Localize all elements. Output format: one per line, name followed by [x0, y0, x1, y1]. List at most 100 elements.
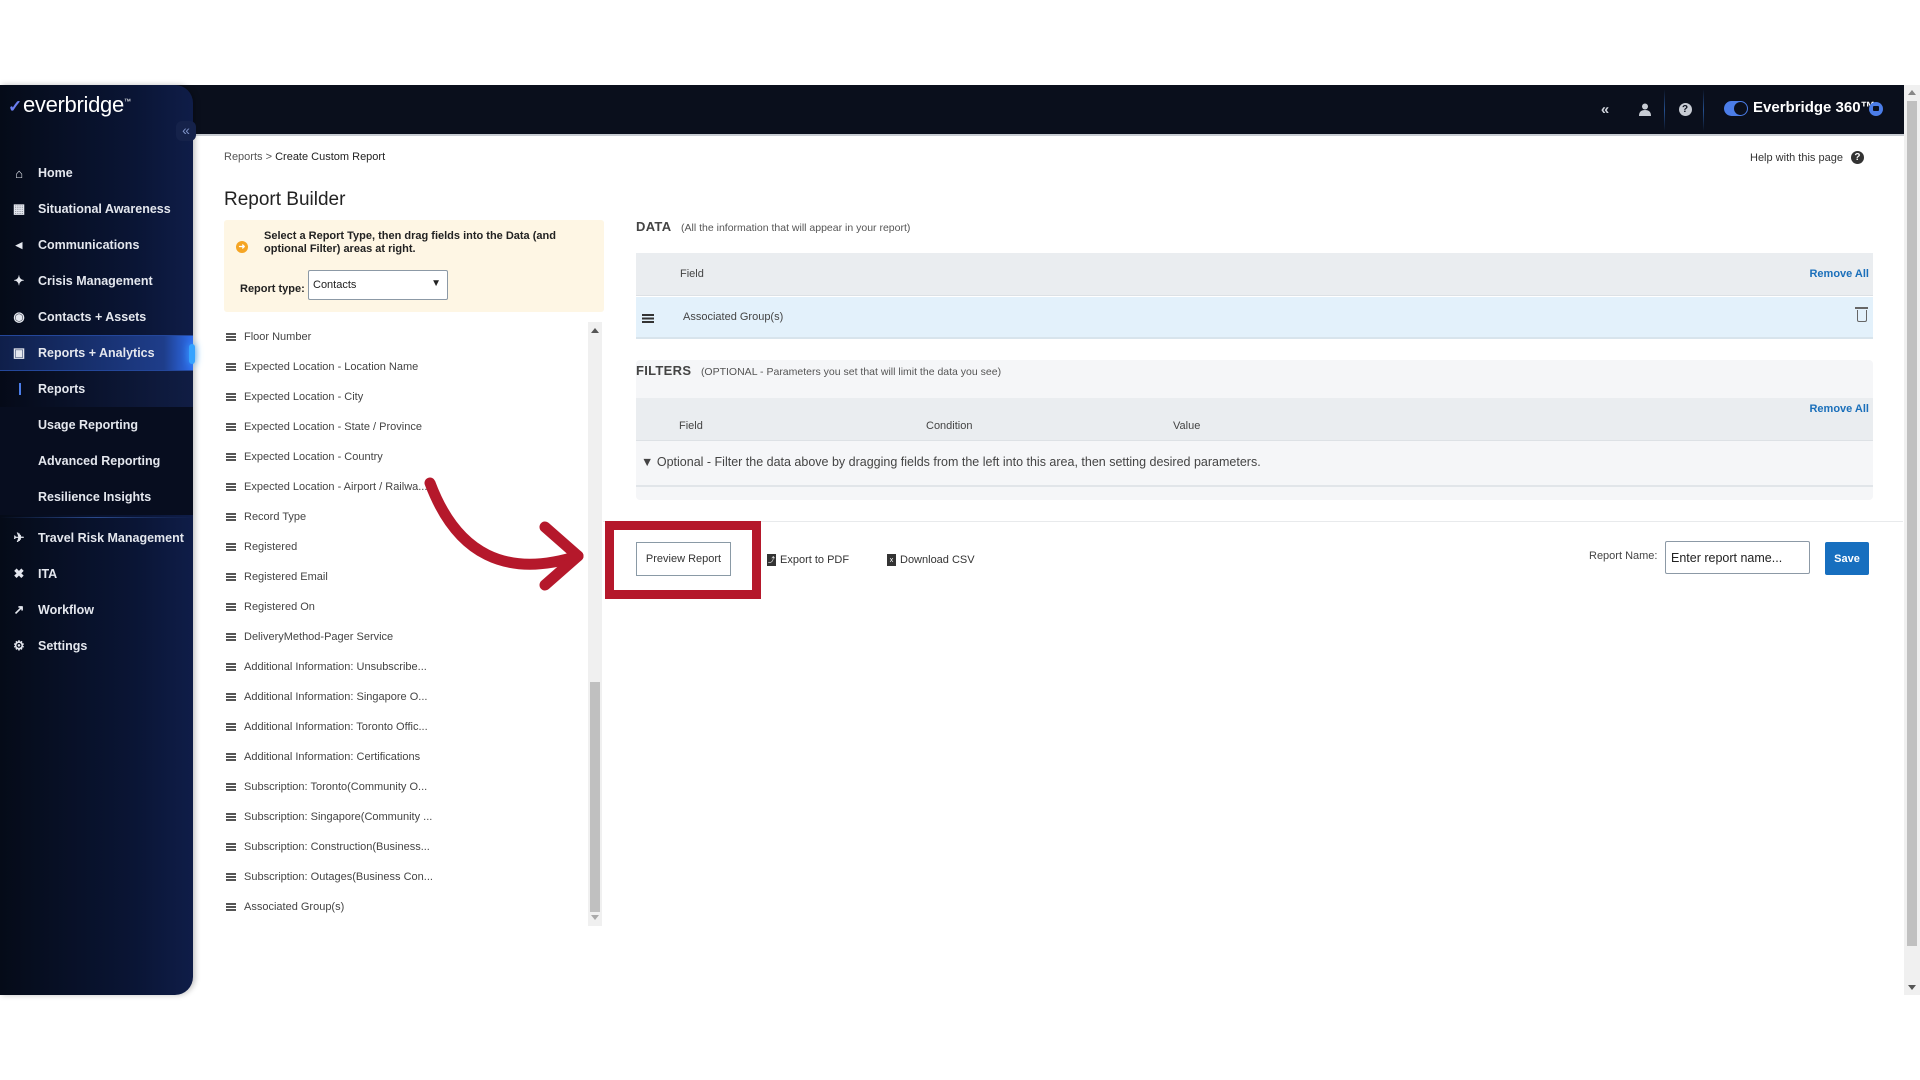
field-list-item[interactable]: Expected Location - State / Province: [224, 412, 584, 442]
field-list-item[interactable]: Expected Location - Airport / Railwa...: [224, 472, 584, 502]
field-list-item[interactable]: DeliveryMethod-Pager Service: [224, 622, 584, 652]
everbridge-logo[interactable]: ✓everbridge™: [8, 92, 131, 118]
fields-scrollbar[interactable]: [588, 322, 602, 926]
drag-handle-icon[interactable]: [226, 393, 236, 401]
breadcrumb-reports-link[interactable]: Reports: [224, 151, 263, 163]
field-list-item[interactable]: Registered Email: [224, 562, 584, 592]
filters-drop-zone[interactable]: ▼ Optional - Filter the data above by dr…: [636, 441, 1873, 487]
field-list-item[interactable]: Expected Location - Location Name: [224, 352, 584, 382]
scroll-up-arrow[interactable]: [591, 328, 599, 333]
drag-handle-icon[interactable]: [226, 333, 236, 341]
filters-column-condition: Condition: [926, 420, 973, 432]
page-scrollbar[interactable]: [1904, 85, 1920, 995]
drag-handle-icon[interactable]: [226, 663, 236, 671]
sidebar-item-travel-risk-management[interactable]: ✈ Travel Risk Management: [0, 520, 193, 556]
chat-icon[interactable]: [1869, 102, 1883, 116]
sidebar-item-crisis-management[interactable]: ✦ Crisis Management: [0, 263, 193, 299]
sidebar-item-workflow[interactable]: ↗ Workflow: [0, 592, 193, 628]
drag-handle-icon[interactable]: [226, 573, 236, 581]
line-chart-icon: ↗: [13, 602, 25, 617]
sidebar-subitem-advanced-reporting[interactable]: Advanced Reporting: [0, 443, 193, 479]
help-link[interactable]: Help with this page ?: [1750, 151, 1864, 164]
field-list-item[interactable]: Additional Information: Unsubscribe...: [224, 652, 584, 682]
field-label: Additional Information: Singapore O...: [244, 691, 428, 703]
sidebar-item-home[interactable]: ⌂ Home: [0, 155, 193, 191]
breadcrumb-separator: >: [265, 151, 273, 163]
field-label: Expected Location - City: [244, 391, 364, 403]
help-icon[interactable]: ?: [1674, 85, 1696, 134]
sidebar-item-communications[interactable]: ◂ Communications: [0, 227, 193, 263]
scroll-up-arrow[interactable]: [1908, 90, 1916, 95]
drag-handle-icon[interactable]: [226, 723, 236, 731]
main-content: Reports > Create Custom Report Help with…: [193, 136, 1904, 995]
field-list-item[interactable]: Subscription: Toronto(Community O...: [224, 772, 584, 802]
drag-handle-icon[interactable]: [226, 363, 236, 371]
arrow-right-circle-icon: ➜: [236, 241, 248, 253]
field-list-item[interactable]: Subscription: Outages(Business Con...: [224, 862, 584, 892]
filters-empty-text: Optional - Filter the data above by drag…: [656, 455, 1261, 469]
trash-icon[interactable]: [1855, 307, 1868, 322]
everbridge-360-toggle[interactable]: [1724, 101, 1748, 116]
field-label: Additional Information: Unsubscribe...: [244, 661, 427, 673]
notice-text: Select a Report Type, then drag fields i…: [264, 230, 556, 255]
field-list-item[interactable]: Additional Information: Toronto Offic...: [224, 712, 584, 742]
drag-handle-icon[interactable]: [226, 423, 236, 431]
sidebar-item-settings[interactable]: ⚙ Settings: [0, 628, 193, 664]
field-list-item[interactable]: Record Type: [224, 502, 584, 532]
sidebar-item-reports-analytics[interactable]: ▣ Reports + Analytics: [0, 335, 195, 371]
sidebar-item-ita[interactable]: ✖ ITA: [0, 556, 193, 592]
drag-handle-icon[interactable]: [226, 633, 236, 641]
scroll-thumb[interactable]: [590, 682, 600, 912]
save-button[interactable]: Save: [1825, 542, 1869, 575]
drag-handle-icon[interactable]: [226, 603, 236, 611]
drag-handle-icon[interactable]: [226, 813, 236, 821]
field-list-item[interactable]: Additional Information: Certifications: [224, 742, 584, 772]
sidebar-item-situational-awareness[interactable]: ▦ Situational Awareness: [0, 191, 193, 227]
field-list-item[interactable]: Subscription: Singapore(Community ...: [224, 802, 584, 832]
sidebar-item-contacts-assets[interactable]: ◉ Contacts + Assets: [0, 299, 193, 335]
drag-handle-icon[interactable]: [226, 783, 236, 791]
report-type-select[interactable]: Contacts ▼: [308, 270, 448, 300]
sidebar-subitem-reports[interactable]: Reports: [0, 371, 193, 407]
scroll-down-arrow[interactable]: [1908, 985, 1916, 990]
field-list-item[interactable]: Registered: [224, 532, 584, 562]
sidebar-subitem-resilience-insights[interactable]: Resilience Insights: [0, 479, 193, 515]
scroll-down-arrow[interactable]: [591, 915, 599, 920]
field-list-item[interactable]: Expected Location - City: [224, 382, 584, 412]
field-list-item[interactable]: Associated Group(s): [224, 892, 584, 922]
export-pdf-label: Export to PDF: [780, 554, 850, 566]
report-type-label: Report type:: [240, 283, 305, 295]
drag-handle-icon[interactable]: [226, 483, 236, 491]
drag-handle-icon[interactable]: [226, 843, 236, 851]
breadcrumb-current: Create Custom Report: [275, 151, 386, 163]
field-list-item[interactable]: Subscription: Construction(Business...: [224, 832, 584, 862]
sidebar-item-label: Crisis Management: [38, 274, 153, 288]
highlight-box: [605, 521, 761, 599]
drag-handle-icon[interactable]: [226, 543, 236, 551]
report-name-input[interactable]: [1665, 541, 1810, 574]
field-list-item[interactable]: Expected Location - Country: [224, 442, 584, 472]
collapse-sidebar-button[interactable]: «: [176, 121, 196, 141]
field-list-item[interactable]: Additional Information: Singapore O...: [224, 682, 584, 712]
collapse-all-icon[interactable]: «: [1595, 85, 1615, 134]
scroll-thumb[interactable]: [1907, 101, 1917, 946]
user-icon[interactable]: [1634, 85, 1656, 134]
field-list-item[interactable]: Floor Number: [224, 322, 584, 352]
data-remove-all-link[interactable]: Remove All: [1809, 268, 1869, 280]
field-label: Floor Number: [244, 331, 312, 343]
export-pdf-link[interactable]: ⤴ Export to PDF: [767, 554, 849, 566]
sidebar-subitem-usage-reporting[interactable]: Usage Reporting: [0, 407, 193, 443]
drag-handle-icon[interactable]: [642, 314, 654, 323]
download-csv-link[interactable]: x Download CSV: [887, 554, 975, 566]
drag-handle-icon[interactable]: [226, 753, 236, 761]
sidebar-item-label: Communications: [38, 238, 140, 252]
drag-handle-icon[interactable]: [226, 903, 236, 911]
drag-handle-icon[interactable]: [226, 453, 236, 461]
sidebar-item-label: Workflow: [38, 603, 95, 617]
drag-handle-icon[interactable]: [226, 873, 236, 881]
filters-remove-all-link[interactable]: Remove All: [1809, 403, 1869, 415]
drag-handle-icon[interactable]: [226, 513, 236, 521]
drag-handle-icon[interactable]: [226, 693, 236, 701]
data-row[interactable]: Associated Group(s): [636, 297, 1873, 339]
field-list-item[interactable]: Registered On: [224, 592, 584, 622]
